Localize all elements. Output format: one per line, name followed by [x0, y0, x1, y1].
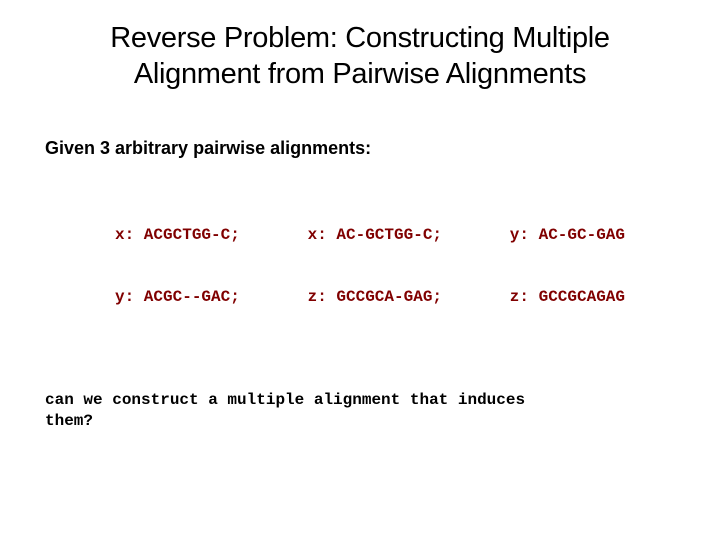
alignment-pair-3: y: AC-GC-GAG z: GCCGCAGAG: [510, 184, 625, 350]
alignment-3-line-2: z: GCCGCAGAG: [510, 287, 625, 308]
alignments-row: x: ACGCTGG-C; y: ACGC--GAC; x: AC-GCTGG-…: [45, 184, 675, 350]
alignment-1-line-2: y: ACGC--GAC;: [115, 287, 240, 308]
alignment-2-line-2: z: GCCGCA-GAG;: [308, 287, 442, 308]
title-line-2: Alignment from Pairwise Alignments: [134, 58, 586, 90]
question-line-1: can we construct a multiple alignment th…: [45, 391, 525, 409]
alignment-3-line-1: y: AC-GC-GAG: [510, 225, 625, 246]
title-line-1: Reverse Problem: Constructing Multiple: [110, 22, 610, 54]
question-line-2: them?: [45, 412, 93, 430]
alignment-pair-2: x: AC-GCTGG-C; z: GCCGCA-GAG;: [308, 184, 442, 350]
alignment-1-line-1: x: ACGCTGG-C;: [115, 225, 240, 246]
slide-title: Reverse Problem: Constructing Multiple A…: [45, 20, 675, 93]
alignment-pair-1: x: ACGCTGG-C; y: ACGC--GAC;: [115, 184, 240, 350]
alignment-2-line-1: x: AC-GCTGG-C;: [308, 225, 442, 246]
subtitle: Given 3 arbitrary pairwise alignments:: [45, 138, 675, 159]
question-text: can we construct a multiple alignment th…: [45, 390, 675, 432]
